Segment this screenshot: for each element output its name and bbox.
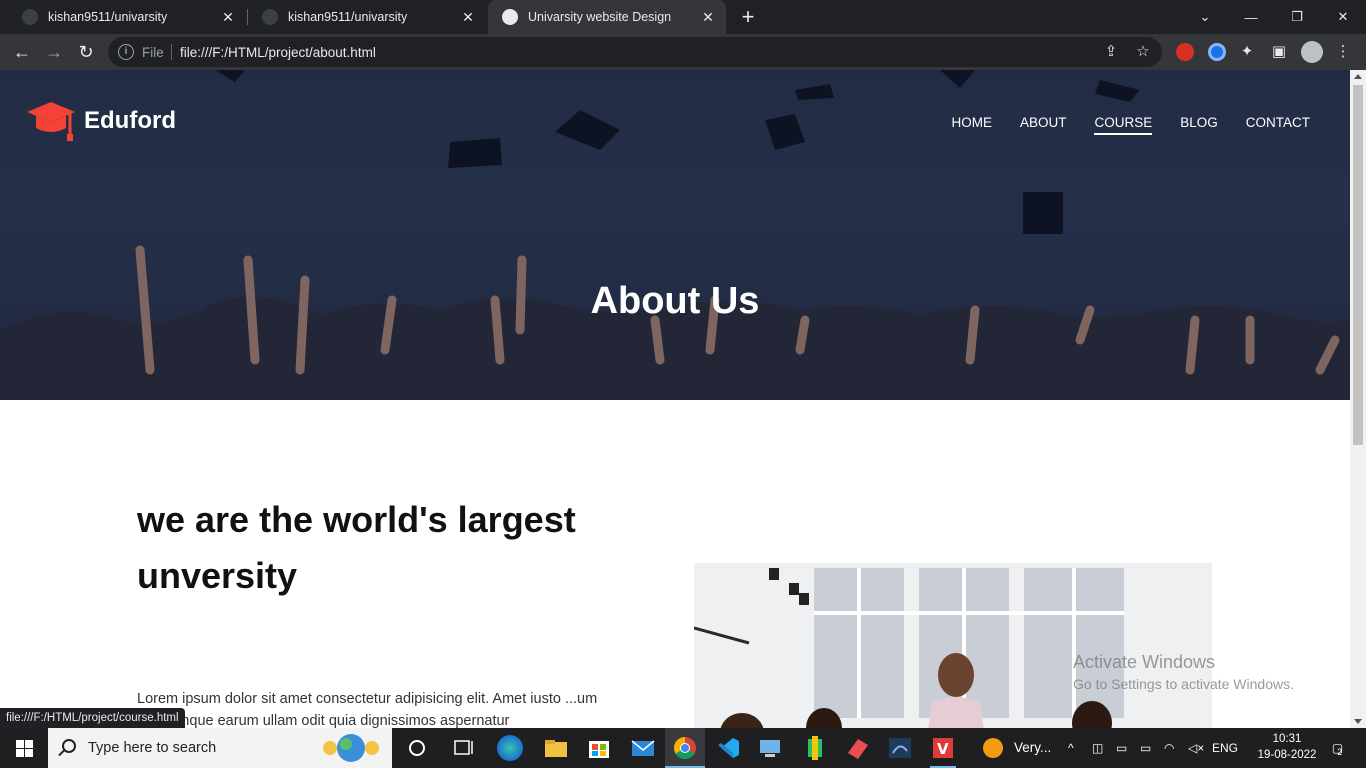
nav-blog[interactable]: BLOG (1180, 115, 1218, 135)
search-icon (62, 739, 76, 753)
side-panel-icon[interactable]: ▣ (1270, 43, 1288, 61)
system-clock[interactable]: 10:31 19-08-2022 (1252, 731, 1322, 763)
kebab-menu-icon[interactable]: ⋮ (1334, 43, 1352, 61)
wifi-icon[interactable]: ◠ (1164, 728, 1174, 768)
network-icon[interactable]: ▭ (1116, 728, 1127, 768)
browser-tab-3[interactable]: Univarsity website Design ✕ (488, 0, 726, 34)
browser-tab-1[interactable]: kishan9511/univarsity ✕ (8, 0, 246, 34)
main-nav: HOME ABOUT COURSE BLOG CONTACT (951, 115, 1310, 135)
clock-time: 10:31 (1272, 733, 1302, 745)
info-icon[interactable]: i (118, 44, 134, 60)
about-heading: we are the world's largest unversity (137, 499, 576, 596)
profile-avatar-icon[interactable] (1301, 41, 1323, 63)
show-hidden-icons-chevron-icon[interactable]: ^ (1068, 728, 1074, 768)
nav-home[interactable]: HOME (951, 115, 992, 135)
page-scrollbar[interactable] (1350, 70, 1366, 728)
edge-browser-icon[interactable] (497, 735, 523, 761)
back-arrow-icon[interactable]: ← (8, 38, 36, 66)
adblock-extension-icon[interactable] (1176, 43, 1194, 61)
windows-activation-watermark: Activate Windows Go to Settings to activ… (1073, 652, 1294, 692)
scroll-up-arrow-icon[interactable] (1354, 74, 1362, 79)
brand-name: Eduford (84, 107, 176, 134)
close-tab-icon[interactable]: ✕ (220, 9, 236, 25)
address-bar[interactable]: i File file:///F:/HTML/project/about.htm… (108, 37, 1162, 67)
uv-app-icon (983, 738, 1003, 758)
new-tab-button[interactable]: + (734, 3, 762, 31)
forward-arrow-icon[interactable]: → (40, 38, 68, 66)
globe-icon (502, 9, 518, 25)
bookmark-star-icon[interactable]: ☆ (1134, 43, 1152, 61)
omnibox-separator (171, 44, 172, 60)
close-tab-icon[interactable]: ✕ (700, 9, 716, 25)
eraser-app-icon[interactable] (842, 733, 872, 763)
nav-course[interactable]: COURSE (1094, 115, 1153, 135)
search-highlight-icon (323, 734, 379, 762)
chrome-icon (674, 737, 696, 759)
restore-button[interactable]: ❐ (1274, 0, 1320, 34)
pinned-app-label: Very... (1014, 740, 1052, 755)
windows-taskbar: Type here to search V Very... ^ ◫ ▭ ▭ ◠ … (0, 728, 1366, 768)
share-icon[interactable]: ⇪ (1102, 43, 1120, 61)
tab-search-chevron-icon[interactable]: ⌄ (1182, 0, 1228, 34)
github-icon (22, 9, 38, 25)
task-view-icon[interactable] (448, 733, 478, 763)
page-title: About Us (590, 280, 760, 322)
link-status-bubble: file:///F:/HTML/project/course.html (0, 708, 185, 728)
microsoft-store-icon[interactable] (584, 733, 614, 763)
windows-logo-icon (15, 739, 33, 757)
file-explorer-icon[interactable] (541, 733, 571, 763)
scheme-label: File (142, 45, 164, 60)
taskbar-search-box[interactable]: Type here to search (48, 728, 392, 768)
mail-icon[interactable] (628, 733, 658, 763)
cortana-icon[interactable] (402, 733, 432, 763)
language-indicator[interactable]: ENG (1212, 728, 1238, 768)
hero-banner: Eduford HOME ABOUT COURSE BLOG CONTACT A… (0, 70, 1350, 400)
v-app-icon[interactable]: V (928, 733, 958, 768)
clock-date: 19-08-2022 (1257, 749, 1317, 761)
vscode-icon[interactable] (713, 733, 743, 763)
remote-desktop-icon[interactable] (755, 733, 785, 763)
office-photo (694, 563, 1212, 728)
about-text: Lorem ipsum dolor sit amet consectetur a… (137, 691, 598, 728)
scrollbar-thumb[interactable] (1353, 85, 1363, 445)
search-placeholder: Type here to search (88, 740, 217, 756)
app-green-icon[interactable] (800, 733, 830, 763)
pinned-app-very[interactable]: Very... (978, 733, 1058, 763)
svg-text:V: V (937, 740, 949, 758)
meet-now-icon[interactable]: ◫ (1092, 728, 1103, 768)
notification-center-button[interactable]: ▢ 2 (1322, 728, 1352, 768)
about-image (694, 563, 1212, 728)
timer-extension-icon[interactable] (1208, 43, 1226, 61)
tab-title: Univarsity website Design (528, 10, 672, 24)
nav-contact[interactable]: CONTACT (1246, 115, 1310, 135)
tab-title: kishan9511/univarsity (48, 10, 168, 24)
close-window-button[interactable]: ✕ (1320, 0, 1366, 34)
graduation-cap-icon (27, 102, 75, 141)
nav-about[interactable]: ABOUT (1020, 115, 1067, 135)
mysql-workbench-icon[interactable] (885, 733, 915, 763)
notification-count: 2 (1337, 747, 1343, 757)
chrome-taskbar-button[interactable] (665, 728, 705, 768)
url-text[interactable]: file:///F:/HTML/project/about.html (180, 45, 376, 60)
tab-title: kishan9511/univarsity (288, 10, 408, 24)
site-logo[interactable]: Eduford (26, 100, 176, 142)
web-page: Eduford HOME ABOUT COURSE BLOG CONTACT A… (0, 70, 1350, 728)
browser-tab-2[interactable]: kishan9511/univarsity ✕ (248, 0, 486, 34)
github-icon (262, 9, 278, 25)
minimize-button[interactable]: — (1228, 0, 1274, 34)
scroll-down-arrow-icon[interactable] (1354, 719, 1362, 724)
close-tab-icon[interactable]: ✕ (460, 9, 476, 25)
battery-icon[interactable]: ▭ (1140, 728, 1151, 768)
watermark-title: Activate Windows (1073, 652, 1216, 672)
watermark-subtitle: Go to Settings to activate Windows. (1073, 676, 1294, 692)
browser-toolbar: ← → ↻ i File file:///F:/HTML/project/abo… (0, 34, 1366, 70)
tab-strip: kishan9511/univarsity ✕ kishan9511/univa… (0, 0, 1366, 34)
volume-muted-icon[interactable]: ◁× (1188, 728, 1204, 768)
reload-icon[interactable]: ↻ (72, 38, 100, 66)
start-button[interactable] (0, 728, 48, 768)
puzzle-extensions-icon[interactable]: ✦ (1238, 43, 1256, 61)
